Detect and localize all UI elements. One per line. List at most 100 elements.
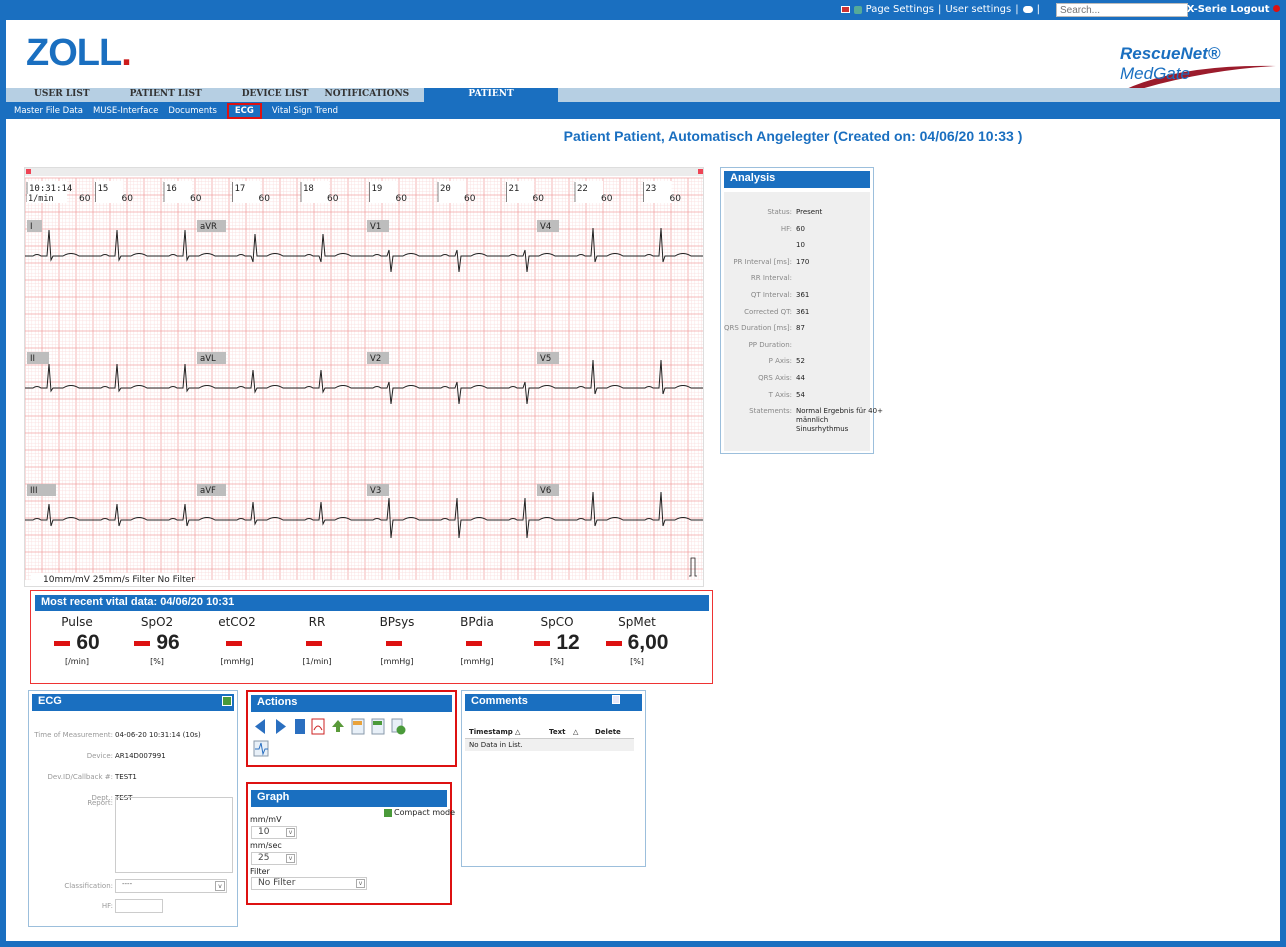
user-settings-link[interactable]: User settings [945, 4, 1011, 15]
mmmv-label: mm/mV [250, 815, 282, 824]
rate-value: 60 [79, 194, 91, 204]
next-icon[interactable] [272, 718, 288, 735]
ecg-chart[interactable]: 10:31:14 60 15 60 16 60 17 60 18 60 19 60 20 60 21 60 22… [24, 167, 704, 587]
book-icon[interactable] [292, 718, 308, 735]
col-text[interactable]: Text [549, 728, 565, 736]
lead-label: V5 [540, 354, 551, 364]
patient-title: Patient Patient, Automatisch Angelegter … [563, 128, 1023, 144]
search-input[interactable] [1056, 3, 1188, 17]
vital-dash-icon [226, 640, 242, 646]
close-icon[interactable] [1273, 5, 1280, 12]
statement-line: männlich [796, 416, 829, 425]
filter-select[interactable]: No Filter v [251, 877, 367, 890]
chevron-down-icon[interactable]: v [286, 828, 295, 837]
mmsec-select[interactable]: 25 v [251, 852, 297, 865]
checkbox-checked-icon[interactable] [384, 808, 392, 817]
download-icon[interactable] [330, 718, 346, 735]
check-icon[interactable] [222, 696, 232, 706]
medgate-logo: RescueNet® MedGate [1120, 44, 1221, 83]
mmmv-value: 10 [258, 827, 270, 837]
report-textarea[interactable] [115, 797, 233, 873]
ecg-svg: 10:31:14 60 15 60 16 60 17 60 18 60 19 60 20 60 21 60 22… [25, 168, 703, 586]
time-label: 10:31:14 [29, 184, 72, 194]
zoll-logo: ZOLL. [26, 32, 132, 74]
time-label: 23 [646, 184, 657, 194]
statements-label: Statements: [749, 407, 792, 416]
nav-patient[interactable]: PATIENT [424, 88, 558, 102]
rate-value: 60 [533, 194, 545, 204]
time-label: 22 [577, 184, 588, 194]
time-label: 16 [166, 184, 177, 194]
vital-value [277, 631, 357, 655]
add-comment-icon[interactable] [612, 695, 620, 704]
previous-icon[interactable] [253, 718, 269, 735]
sort-icon[interactable]: △ [515, 728, 520, 736]
vital-name: BPsys [379, 615, 415, 629]
time-label: 17 [235, 184, 246, 194]
nav-device-list[interactable]: DEVICE LIST [214, 88, 321, 102]
mmmv-select[interactable]: 10 v [251, 826, 297, 839]
vital-dash-icon [54, 640, 71, 646]
statement-line: Sinusrhythmus [796, 425, 849, 434]
xml-icon[interactable] [350, 718, 366, 735]
nav-patient-list[interactable]: PATIENT LIST [102, 88, 214, 102]
subnav-ecg[interactable]: ECG [226, 102, 262, 119]
ecg-info-value: 04-06-20 10:31:14 (10s) [115, 731, 201, 739]
sort-icon[interactable]: △ [573, 728, 578, 736]
logout-link[interactable]: | X-Serie Logout [1180, 4, 1280, 15]
col-timestamp[interactable]: Timestamp [469, 728, 513, 736]
top-links: Page Settings | User settings | | [840, 4, 1040, 15]
vital-unit: [mmHg] [220, 657, 254, 666]
filter-label: Filter [250, 867, 270, 876]
chevron-down-icon[interactable]: v [215, 881, 225, 891]
vital-unit: [%] [550, 657, 564, 666]
chevron-down-icon[interactable]: v [356, 879, 365, 888]
vital-value: 12 [517, 631, 597, 655]
page-settings-icon [853, 5, 862, 14]
separator: | [1015, 4, 1019, 15]
subnav-vital-sign-trend[interactable]: Vital Sign Trend [272, 106, 338, 116]
subnav-master-file-data[interactable]: Master File Data [14, 106, 83, 116]
subnav-muse-interface[interactable]: MUSE-Interface [93, 106, 158, 116]
export-icon[interactable] [370, 718, 386, 735]
compact-mode-label: Compact mode [394, 808, 456, 817]
analysis-label: T Axis: [768, 390, 792, 399]
compact-mode-checkbox[interactable]: Compact mode [384, 808, 455, 817]
analysis-label: QRS Axis: [758, 374, 792, 382]
vital-value [357, 631, 437, 655]
statement-line: Normal Ergebnis für 40+ [796, 407, 883, 416]
vital-name: RR [308, 615, 326, 629]
graph-panel: Graph Compact mode mm/mV 10 v mm/sec 25 v … [246, 782, 455, 905]
vital-value: 6,00 [597, 631, 677, 655]
ecg-wave-icon[interactable] [253, 740, 269, 757]
vital-dash-icon [306, 640, 322, 646]
col-delete: Delete [595, 728, 621, 736]
comments-table: Timestamp △ Text △ Delete No Data in Lis… [465, 725, 634, 751]
flag-icon[interactable] [840, 6, 850, 13]
vitals-title: Most recent vital data: 04/06/20 10:31 [35, 595, 709, 611]
lead-label: V6 [540, 486, 551, 496]
mmsec-label: mm/sec [250, 841, 282, 850]
vital-value [197, 631, 277, 655]
ecg-info-value: TEST1 [115, 773, 137, 781]
hf-input[interactable] [115, 899, 163, 913]
separator: | [1036, 4, 1040, 15]
nav-notifications[interactable]: NOTIFICATIONS [320, 88, 421, 102]
cloud-icon[interactable] [1022, 6, 1033, 13]
actions-panel: Actions [246, 690, 457, 767]
subnav-documents[interactable]: Documents [168, 106, 216, 116]
classification-select[interactable]: ---- v [115, 879, 227, 893]
nav-user-list[interactable]: USER LIST [6, 88, 102, 102]
approve-icon[interactable] [390, 718, 406, 735]
lead-label: V4 [540, 222, 551, 232]
analysis-label: Status: [767, 208, 792, 216]
page-settings-link[interactable]: Page Settings [866, 4, 934, 15]
analysis-body: Status: Present HF: 60 10 PR Interval [ms]: 17… [724, 192, 883, 451]
analysis-value: 54 [796, 390, 805, 399]
analysis-label: QRS Duration [ms]: [724, 324, 792, 333]
logout-label[interactable]: X-Serie Logout [1187, 4, 1270, 15]
analysis-value: 170 [796, 257, 810, 266]
vital-unit: [%] [630, 657, 644, 666]
chevron-down-icon[interactable]: v [286, 854, 295, 863]
pdf-icon[interactable] [310, 718, 326, 735]
